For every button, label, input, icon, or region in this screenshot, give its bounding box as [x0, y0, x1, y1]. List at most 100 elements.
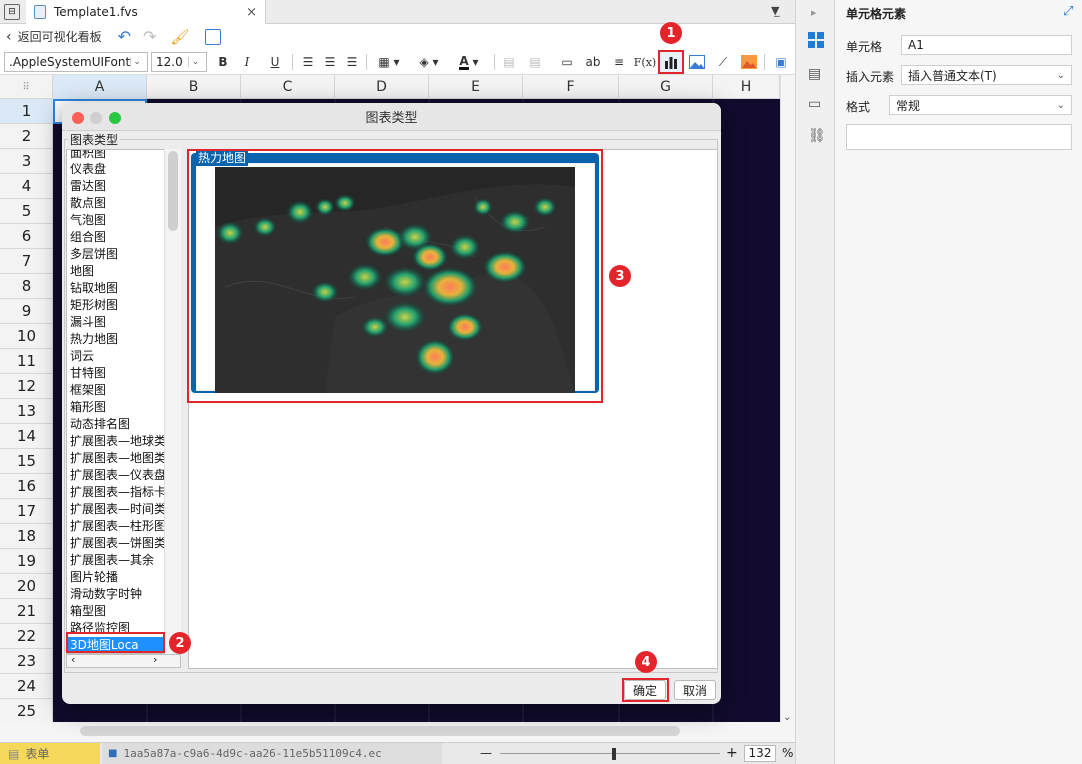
list-item[interactable]: 箱型图 — [70, 603, 106, 620]
align-center-icon[interactable]: ☰ — [322, 52, 338, 72]
font-size-select[interactable]: 12.0 ⌄ — [151, 52, 207, 72]
list-item[interactable]: 扩展图表—柱形图 — [70, 518, 166, 535]
row-header-item[interactable]: 20 — [0, 574, 53, 599]
format-select[interactable]: 常规 ⌄ — [889, 95, 1072, 115]
row-header-item[interactable]: 7 — [0, 249, 53, 274]
insert-row-icon[interactable]: ▭ — [558, 52, 576, 72]
row-header-item[interactable]: 9 — [0, 299, 53, 324]
list-item[interactable]: 雷达图 — [70, 178, 106, 195]
row-header-item[interactable]: 4 — [0, 174, 53, 199]
list-item[interactable]: 地图 — [70, 263, 94, 280]
merge-cells-icon[interactable]: ▤ — [500, 52, 518, 72]
list-item[interactable]: 扩展图表—饼图类 — [70, 535, 166, 552]
link-icon[interactable]: ⛓ — [808, 128, 826, 144]
app-menu-icon[interactable]: ⊟ — [4, 4, 20, 20]
maximize-window-button[interactable] — [109, 112, 121, 124]
zoom-input[interactable]: 132 — [744, 745, 776, 762]
chevron-left-icon[interactable]: ‹ — [71, 653, 75, 666]
row-header-item[interactable]: 23 — [0, 649, 53, 674]
row-header-item[interactable]: 5 — [0, 199, 53, 224]
list-item[interactable]: 仪表盘 — [70, 161, 106, 178]
row-header-item[interactable]: 19 — [0, 549, 53, 574]
row-header-item[interactable]: 1 — [0, 99, 53, 124]
list-item[interactable]: 漏斗图 — [70, 314, 106, 331]
row-header-item[interactable]: 25 — [0, 699, 53, 724]
column-header-g[interactable]: G — [619, 75, 713, 99]
row-header-item[interactable]: 18 — [0, 524, 53, 549]
list-item[interactable]: 扩展图表—仪表盘 — [70, 467, 166, 484]
file-id-tab[interactable]: ■ 1aa5a87a-c9a6-4d9c-aa26-11e5b51109c4.e… — [102, 743, 442, 764]
list-item[interactable]: 扩展图表—其余 — [70, 552, 154, 569]
paragraph-icon[interactable]: ≡ — [610, 52, 628, 72]
list-item[interactable]: 多层饼图 — [70, 246, 118, 263]
list-item[interactable]: 框架图 — [70, 382, 106, 399]
ok-button[interactable]: 确定 — [624, 680, 666, 700]
scroll-thumb[interactable] — [80, 726, 680, 736]
list-item[interactable]: 滑动数字时钟 — [70, 586, 142, 603]
vertical-scrollbar[interactable]: ⌄ — [780, 75, 795, 725]
horizontal-scrollbar[interactable] — [0, 722, 795, 742]
widget-icon[interactable]: ▣ — [772, 52, 790, 72]
insert-image-icon[interactable] — [688, 52, 706, 72]
row-header-item[interactable]: 10 — [0, 324, 53, 349]
font-select[interactable]: .AppleSystemUIFont ⌄ — [4, 52, 148, 72]
column-header-b[interactable]: B — [147, 75, 241, 99]
list-item[interactable]: 路径监控图 — [70, 620, 130, 637]
underline-button[interactable]: U — [268, 52, 282, 72]
close-icon[interactable]: × — [246, 5, 257, 20]
zoom-slider[interactable] — [500, 753, 720, 754]
list-item[interactable]: 箱形图 — [70, 399, 106, 416]
align-right-icon[interactable]: ☰ — [344, 52, 360, 72]
row-header-item[interactable]: 15 — [0, 449, 53, 474]
list-item-selected[interactable]: 3D地图Loca — [67, 637, 165, 653]
column-header-f[interactable]: F — [523, 75, 619, 99]
chevron-right-icon[interactable]: › — [153, 653, 157, 666]
row-header-item[interactable]: 21 — [0, 599, 53, 624]
column-header-c[interactable]: C — [241, 75, 335, 99]
scroll-thumb[interactable] — [168, 151, 178, 231]
list-item[interactable]: 散点图 — [70, 195, 106, 212]
redo-icon[interactable]: ↷ — [143, 27, 156, 46]
column-header-e[interactable]: E — [429, 75, 523, 99]
zoom-in-button[interactable]: + — [726, 745, 738, 761]
align-left-icon[interactable]: ☰ — [300, 52, 316, 72]
file-tab[interactable]: Template1.fvs × — [26, 0, 266, 24]
column-header-d[interactable]: D — [335, 75, 429, 99]
list-item[interactable]: 矩形树图 — [70, 297, 118, 314]
list-item[interactable]: 扩展图表—指标卡 — [70, 484, 166, 501]
cell-field[interactable]: A1 — [901, 35, 1072, 55]
row-header-item[interactable]: 8 — [0, 274, 53, 299]
cancel-button[interactable]: 取消 — [674, 680, 716, 700]
tab-menu-icon[interactable]: ▼̲ — [771, 4, 779, 17]
list-item[interactable]: 甘特图 — [70, 365, 106, 382]
cell-element-icon[interactable] — [808, 32, 824, 48]
row-header-item[interactable]: 16 — [0, 474, 53, 499]
row-header-item[interactable]: 24 — [0, 674, 53, 699]
chevron-right-icon[interactable]: ▸ — [811, 6, 817, 19]
sheet-tab[interactable]: ▤ 表单 — [0, 743, 100, 764]
text-ab-icon[interactable]: ab — [584, 52, 602, 72]
list-item[interactable]: 扩展图表—地球类 — [70, 433, 166, 450]
list-item[interactable]: 词云 — [70, 348, 94, 365]
row-header-item[interactable]: 13 — [0, 399, 53, 424]
list-item[interactable]: 热力地图 — [70, 331, 118, 348]
close-window-button[interactable] — [72, 112, 84, 124]
row-header-item[interactable]: 11 — [0, 349, 53, 374]
row-header-item[interactable]: 17 — [0, 499, 53, 524]
font-color-icon[interactable]: A ▾ — [452, 52, 486, 72]
list-item[interactable]: 气泡图 — [70, 212, 106, 229]
fill-color-icon[interactable]: ◈ ▾ — [414, 52, 444, 72]
list-item[interactable]: 动态排名图 — [70, 416, 130, 433]
format-painter-icon[interactable]: 🖌 — [170, 28, 189, 46]
row-header-item[interactable]: 12 — [0, 374, 53, 399]
list-horizontal-scrollbar[interactable]: ‹ › — [66, 653, 181, 668]
insert-element-select[interactable]: 插入普通文本(T) ⌄ — [901, 65, 1072, 85]
bold-button[interactable]: B — [216, 52, 230, 72]
preview-icon[interactable] — [205, 28, 222, 45]
widget-settings-icon[interactable]: ▭ — [808, 96, 821, 112]
column-header-h[interactable]: H — [713, 75, 780, 99]
split-cells-icon[interactable]: ▤ — [526, 52, 544, 72]
zoom-out-button[interactable]: — — [480, 746, 492, 760]
cell-content-field[interactable] — [846, 124, 1072, 150]
row-header-item[interactable]: 6 — [0, 224, 53, 249]
